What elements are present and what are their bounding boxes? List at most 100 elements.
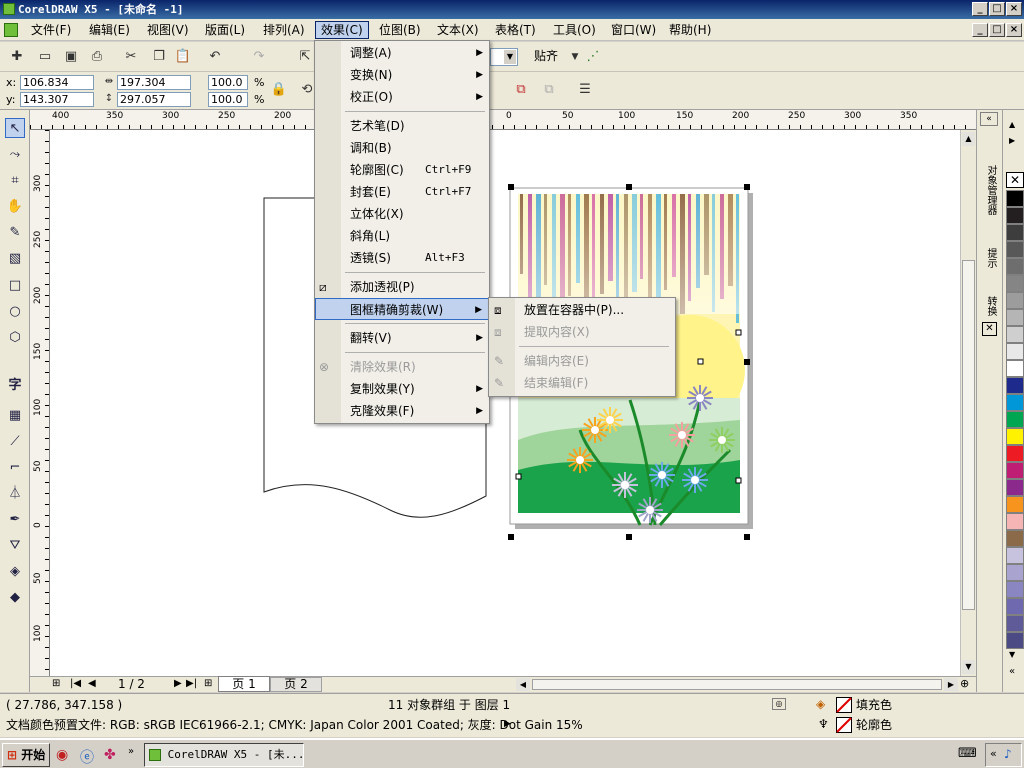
connector-tool-icon[interactable]: ⌐ (5, 458, 25, 478)
import-icon[interactable]: ⇱ (296, 48, 314, 66)
zoom-navigator-icon[interactable]: ⊕ (960, 677, 969, 690)
smart-fill-icon[interactable]: ▧ (5, 249, 25, 269)
ie-quicklaunch-icon[interactable]: ⓔ (80, 747, 94, 767)
blend-tool-icon[interactable]: ⏃ (5, 484, 25, 504)
palette-swatch[interactable] (1006, 479, 1024, 496)
vertical-scrollbar[interactable]: ▲ ▼ (960, 130, 976, 676)
browser-quicklaunch-icon[interactable]: ◉ (56, 747, 68, 763)
menu-tools[interactable]: 工具(O) (548, 21, 601, 39)
scale-y-field[interactable]: 100.0 (208, 92, 248, 107)
redo-icon[interactable]: ↷ (250, 48, 268, 66)
scale-x-field[interactable]: 100.0 (208, 75, 248, 90)
palette-swatch[interactable] (1006, 241, 1024, 258)
color-profile-info[interactable]: 文档颜色预置文件: RGB: sRGB IEC61966-2.1; CMYK: … (6, 716, 583, 734)
add-page-after-icon[interactable]: ⊞ (204, 678, 212, 689)
drawing-canvas[interactable] (50, 130, 960, 676)
menu-item-artistic-media[interactable]: 艺术笔(D) (315, 115, 489, 137)
palette-expand-icon[interactable]: « (1009, 666, 1015, 677)
maximize-button[interactable]: □ (989, 2, 1005, 16)
crop-tool-icon[interactable]: ⌗ (5, 171, 25, 191)
doc-restore-button[interactable]: □ (989, 23, 1005, 37)
menu-file[interactable]: 文件(F) (26, 21, 76, 39)
palette-swatch[interactable] (1006, 275, 1024, 292)
ungroup-all-icon[interactable]: ⧉ (540, 81, 558, 99)
scroll-down-icon[interactable]: ▼ (962, 660, 975, 674)
menu-item-extract-contents[interactable]: ⧈ 提取内容(X) (489, 321, 675, 343)
menu-item-transform[interactable]: 变换(N) ▶ (315, 64, 489, 86)
coreldraw-task-button[interactable]: CorelDRAW X5 - [未... (144, 743, 304, 767)
quicklaunch-more-icon[interactable]: » (128, 746, 134, 757)
menu-item-envelope[interactable]: 封套(E) Ctrl+F7 (315, 181, 489, 203)
menu-item-place-inside-container[interactable]: ⧈ 放置在容器中(P)... (489, 299, 675, 321)
docker-tab-object-manager[interactable]: 对象管理器 (981, 150, 999, 230)
align-distribute-icon[interactable]: ☰ (576, 81, 594, 99)
vertical-ruler[interactable]: 300 250 200 150 100 50 0 50 100 (30, 130, 50, 676)
menu-item-bevel[interactable]: 斜角(L) (315, 225, 489, 247)
ellipse-tool-icon[interactable]: ○ (5, 302, 25, 322)
horizontal-ruler[interactable]: 400 350 300 250 200 150 100 50 0 50 100 … (30, 110, 976, 130)
keyboard-tray-icon[interactable]: ⌨ (958, 746, 977, 761)
palette-swatch[interactable] (1006, 632, 1024, 649)
width-field[interactable]: 197.304 mm (117, 75, 191, 102)
no-color-swatch[interactable]: ✕ (1006, 172, 1024, 188)
tray-expand-icon[interactable]: « (990, 747, 997, 760)
menu-text[interactable]: 文本(X) (432, 21, 484, 39)
palette-swatch[interactable] (1006, 564, 1024, 581)
palette-swatch[interactable] (1006, 598, 1024, 615)
scroll-left-icon[interactable]: ◀ (516, 678, 530, 691)
interactive-fill-icon[interactable]: ◆ (5, 588, 25, 608)
palette-swatch[interactable] (1006, 428, 1024, 445)
shape-tool-icon[interactable]: ⤳ (5, 145, 25, 165)
menu-item-edit-contents[interactable]: ✎ 编辑内容(E) (489, 350, 675, 372)
menu-item-extrude[interactable]: 立体化(X) (315, 203, 489, 225)
start-button[interactable]: ⊞ 开始 (2, 743, 50, 767)
palette-scroll-up-icon[interactable]: ▲ (1009, 120, 1015, 129)
docker-tab-hints[interactable]: 提示 (981, 240, 999, 276)
eyedropper-tool-icon[interactable]: ✒ (5, 510, 25, 530)
x-position-field[interactable]: 106.834 mm (20, 75, 94, 102)
color-proof-icon[interactable]: ◎ (772, 698, 786, 710)
menu-item-lens[interactable]: 透镜(S) Alt+F3 (315, 247, 489, 269)
palette-swatch[interactable] (1006, 411, 1024, 428)
copy-icon[interactable]: ❐ (150, 48, 168, 66)
horizontal-scroll-thumb[interactable] (532, 679, 942, 690)
docker-collapse-icon[interactable]: « (980, 112, 998, 126)
profile-arrow-icon[interactable]: ▶ (504, 719, 511, 729)
doc-minimize-button[interactable]: _ (972, 23, 988, 37)
palette-flyout-icon[interactable]: ▶ (1009, 136, 1015, 145)
prev-page-icon[interactable]: ◀ (88, 678, 96, 689)
menu-arrange[interactable]: 排列(A) (258, 21, 310, 39)
palette-swatch[interactable] (1006, 190, 1024, 207)
doc-close-button[interactable]: × (1006, 23, 1022, 37)
tab-page-2[interactable]: 页 2 (270, 677, 322, 692)
menu-layout[interactable]: 版面(L) (200, 21, 250, 39)
palette-swatch[interactable] (1006, 360, 1024, 377)
add-page-icon[interactable]: ⊞ (52, 678, 60, 689)
palette-swatch[interactable] (1006, 462, 1024, 479)
text-tool-icon[interactable]: 字 (5, 376, 25, 396)
vertical-scroll-thumb[interactable] (962, 260, 975, 610)
close-button[interactable]: × (1006, 2, 1022, 16)
menu-item-adjust[interactable]: 调整(A) ▶ (315, 42, 489, 64)
save-icon[interactable]: ▣ (62, 48, 80, 66)
menu-item-add-perspective[interactable]: ⧄ 添加透视(P) (315, 276, 489, 298)
tab-page-1[interactable]: 页 1 (218, 676, 270, 692)
polygon-tool-icon[interactable]: ⬡ (5, 328, 25, 348)
first-page-icon[interactable]: |◀ (70, 678, 81, 689)
palette-swatch[interactable] (1006, 309, 1024, 326)
menu-help[interactable]: 帮助(H) (664, 21, 716, 39)
minimize-button[interactable]: _ (972, 2, 988, 16)
new-document-icon[interactable]: ✚ (8, 48, 26, 66)
snap-dropdown-icon[interactable]: ▼ (566, 48, 584, 66)
docker-tab-transform[interactable]: 转换 (981, 288, 999, 324)
menu-effects[interactable]: 效果(C) (315, 21, 369, 39)
ungroup-icon[interactable]: ⧉ (512, 81, 530, 99)
height-field[interactable]: 297.057 mm (117, 92, 191, 119)
palette-swatch[interactable] (1006, 445, 1024, 462)
pan-tool-icon[interactable]: ✋ (5, 197, 25, 217)
menu-item-clone-effect[interactable]: 克隆效果(F) ▶ (315, 400, 489, 422)
palette-swatch[interactable] (1006, 207, 1024, 224)
palette-swatch[interactable] (1006, 377, 1024, 394)
palette-swatch[interactable] (1006, 394, 1024, 411)
next-page-icon[interactable]: ▶ (174, 678, 182, 689)
